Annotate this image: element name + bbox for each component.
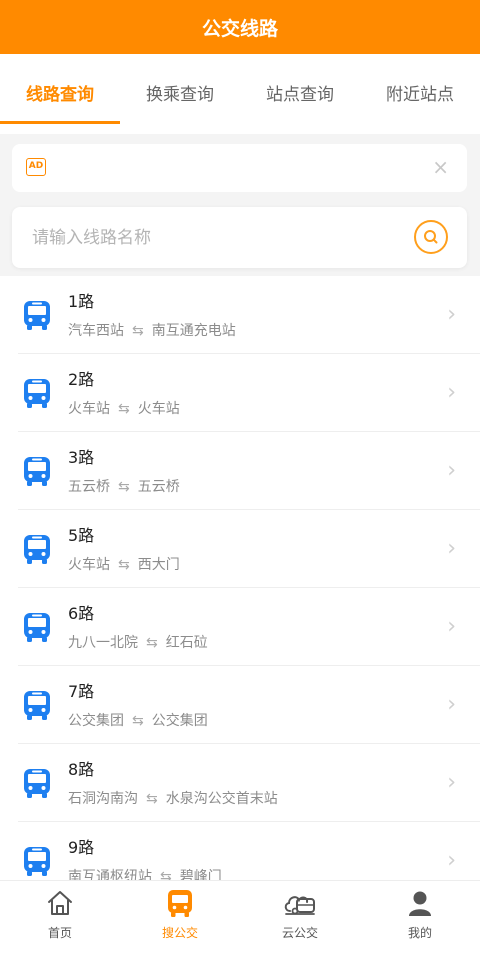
bus-icon [24,847,50,876]
route-to: 西大门 [137,557,180,573]
bus-icon [24,613,50,642]
nav-home-label: 首页 [47,926,72,940]
route-terminals: 南互通枢纽站 ⇆ 碧峰门 [68,866,222,880]
route-from: 五云桥 [68,479,110,495]
nav-cloud-bus-label: 云公交 [281,926,318,940]
route-from: 公交集团 [68,713,124,729]
route-from: 南互通枢纽站 [68,869,152,880]
route-name: 6路 [68,604,95,623]
route-row[interactable]: 9路 南互通枢纽站 ⇆ 碧峰门 › [18,822,480,880]
query-tabs: 线路查询 换乘查询 站点查询 附近站点 [0,54,480,134]
close-icon[interactable]: × [432,155,449,179]
route-terminals: 火车站 ⇆ 火车站 [68,398,180,418]
chevron-right-icon: › [447,458,456,483]
tab-route-query[interactable]: 线路查询 [0,54,120,134]
nav-cloud-bus[interactable]: 云公交 [240,881,360,956]
route-name: 7路 [68,682,95,701]
route-terminals: 九八一北院 ⇆ 红石砬 [68,632,208,652]
route-arrow: ⇆ [132,323,144,339]
chevron-right-icon: › [447,380,456,405]
tab-transfer-query[interactable]: 换乘查询 [120,54,240,134]
route-terminals: 石洞沟南沟 ⇆ 水泉沟公交首末站 [68,788,278,808]
bus-icon [24,457,50,486]
route-from: 火车站 [68,557,110,573]
page-title: 公交线路 [201,17,278,40]
profile-icon [409,891,431,916]
app-header: 公交线路 [0,0,480,54]
route-to: 五云桥 [137,479,180,495]
route-arrow: ⇆ [118,557,130,573]
route-from: 汽车西站 [68,323,124,339]
bus-icon [24,769,50,798]
route-row[interactable]: 7路 公交集团 ⇆ 公交集团 › [18,666,480,744]
search-icon [424,230,438,244]
route-name: 8路 [68,760,95,779]
bus-icon [24,379,50,408]
route-terminals: 火车站 ⇆ 西大门 [68,554,180,574]
nav-profile-label: 我的 [407,926,432,940]
nav-search-bus-label: 搜公交 [161,926,198,940]
nav-profile[interactable]: 我的 [360,881,480,956]
chevron-right-icon: › [447,614,456,639]
route-arrow: ⇆ [146,635,158,651]
route-row[interactable]: 5路 火车站 ⇆ 西大门 › [18,510,480,588]
search-bar [12,207,467,268]
route-arrow: ⇆ [118,401,130,417]
bottom-nav: 首页 搜公交 云公交 我的 [0,880,480,956]
bus-icon [168,890,192,917]
route-row[interactable]: 2路 火车站 ⇆ 火车站 › [18,354,480,432]
route-terminals: 五云桥 ⇆ 五云桥 [68,476,180,496]
route-from: 火车站 [68,401,110,417]
route-terminals: 汽车西站 ⇆ 南互通充电站 [68,320,236,340]
route-terminals: 公交集团 ⇆ 公交集团 [68,710,208,730]
route-name: 2路 [68,370,95,389]
route-row[interactable]: 8路 石洞沟南沟 ⇆ 水泉沟公交首末站 › [18,744,480,822]
chevron-right-icon: › [447,770,456,795]
route-from: 九八一北院 [68,635,138,651]
route-row[interactable]: 6路 九八一北院 ⇆ 红石砬 › [18,588,480,666]
route-to: 南互通充电站 [151,323,236,339]
nav-search-bus[interactable]: 搜公交 [120,881,240,956]
search-button[interactable] [414,220,448,254]
ad-banner[interactable]: AD × [12,144,467,192]
route-to: 红石砬 [165,635,208,651]
route-row[interactable]: 1路 汽车西站 ⇆ 南互通充电站 › [18,276,480,354]
bus-icon [24,691,50,720]
route-arrow: ⇆ [146,791,158,807]
chevron-right-icon: › [447,302,456,327]
route-arrow: ⇆ [132,713,144,729]
tab-nearby-stops[interactable]: 附近站点 [360,54,480,134]
route-arrow: ⇆ [118,479,130,495]
route-to: 碧峰门 [179,869,222,880]
route-arrow: ⇆ [160,869,172,880]
route-to: 水泉沟公交首末站 [165,791,278,807]
chevron-right-icon: › [447,692,456,717]
bus-icon [24,535,50,564]
ad-badge: AD [26,158,46,176]
tab-stop-query[interactable]: 站点查询 [240,54,360,134]
route-row[interactable]: 3路 五云桥 ⇆ 五云桥 › [18,432,480,510]
route-from: 石洞沟南沟 [68,791,138,807]
bus-icon [24,301,50,330]
home-icon [48,891,72,915]
nav-home[interactable]: 首页 [0,881,120,956]
route-name: 5路 [68,526,95,545]
route-name: 1路 [68,292,95,311]
route-list: 1路 汽车西站 ⇆ 南互通充电站 › 2路 火车站 ⇆ 火车站 › 3路 五云桥… [0,276,480,880]
route-name: 3路 [68,448,95,467]
cloud-bus-icon [284,896,315,915]
chevron-right-icon: › [447,536,456,561]
search-input[interactable] [32,207,392,268]
route-to: 火车站 [137,401,180,417]
route-to: 公交集团 [151,713,208,729]
route-name: 9路 [68,838,95,857]
chevron-right-icon: › [447,848,456,873]
